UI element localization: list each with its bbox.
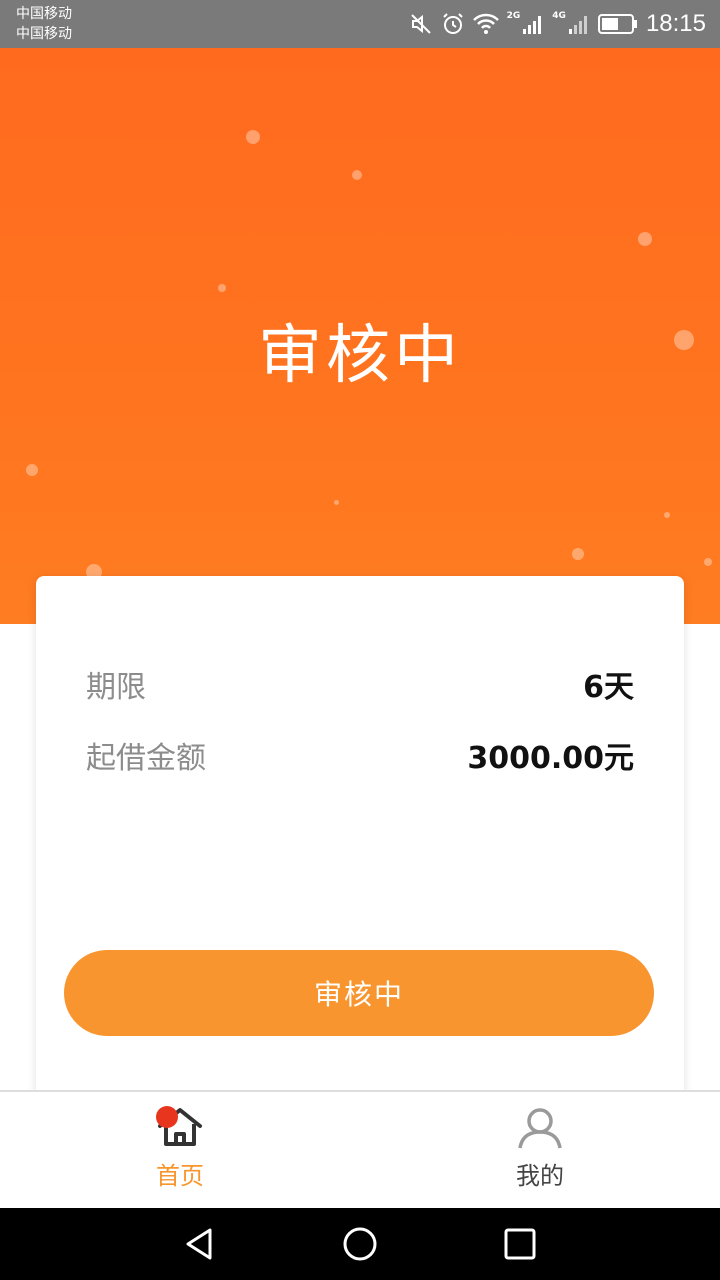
signal-1-label: 2G [506,11,521,21]
user-icon [516,1106,564,1150]
signal-4g-icon [568,16,587,34]
loan-card: 期限 6天 起借金额 3000.00元 审核中 [36,576,684,1096]
back-icon[interactable] [182,1226,218,1262]
battery-icon [597,14,637,34]
system-navigation-bar [0,1208,720,1280]
status-time: 18:15 [645,10,706,37]
status-bar: 中国移动 中国移动 2G 4G 18:15 [0,0,720,48]
amount-value: 3000.00元 [467,741,634,776]
amount-label: 起借金额 [86,741,206,776]
hero-title: 审核中 [258,319,462,393]
tab-mine-label: 我的 [516,1162,564,1190]
alarm-icon [442,13,463,34]
home-circle-icon[interactable] [342,1226,378,1262]
signal-2-label: 4G [552,11,566,21]
wifi-icon [472,13,499,34]
decor-dot [572,548,584,560]
term-row: 期限 6天 [86,662,634,706]
amount-row: 起借金额 3000.00元 [86,733,634,777]
carrier-name-2: 中国移动 [16,26,72,42]
notification-badge [156,1106,178,1128]
home-icon [156,1106,204,1150]
tab-home[interactable]: 首页 [80,1092,280,1208]
tab-mine[interactable]: 我的 [440,1092,640,1208]
decor-dot [26,464,38,476]
hero-banner: 审核中 [0,48,720,624]
status-icons: 2G 4G 18:15 [409,8,706,40]
decor-dot [638,232,652,246]
review-status-button[interactable]: 审核中 [64,950,654,1036]
decor-dot [664,512,670,518]
decor-dot [246,130,260,144]
carrier-info: 中国移动 中国移动 [16,4,72,44]
term-label: 期限 [86,670,146,705]
signal-2g-icon [523,16,542,34]
recents-icon[interactable] [502,1226,538,1262]
decor-dot [334,500,339,505]
term-value: 6天 [583,670,634,705]
decor-dot [352,170,362,180]
decor-dot [218,284,226,292]
bottom-tab-bar: 首页 我的 [0,1090,720,1208]
mute-icon [410,14,431,34]
carrier-name-1: 中国移动 [16,6,72,22]
tab-home-label: 首页 [156,1162,204,1190]
decor-dot [704,558,712,566]
